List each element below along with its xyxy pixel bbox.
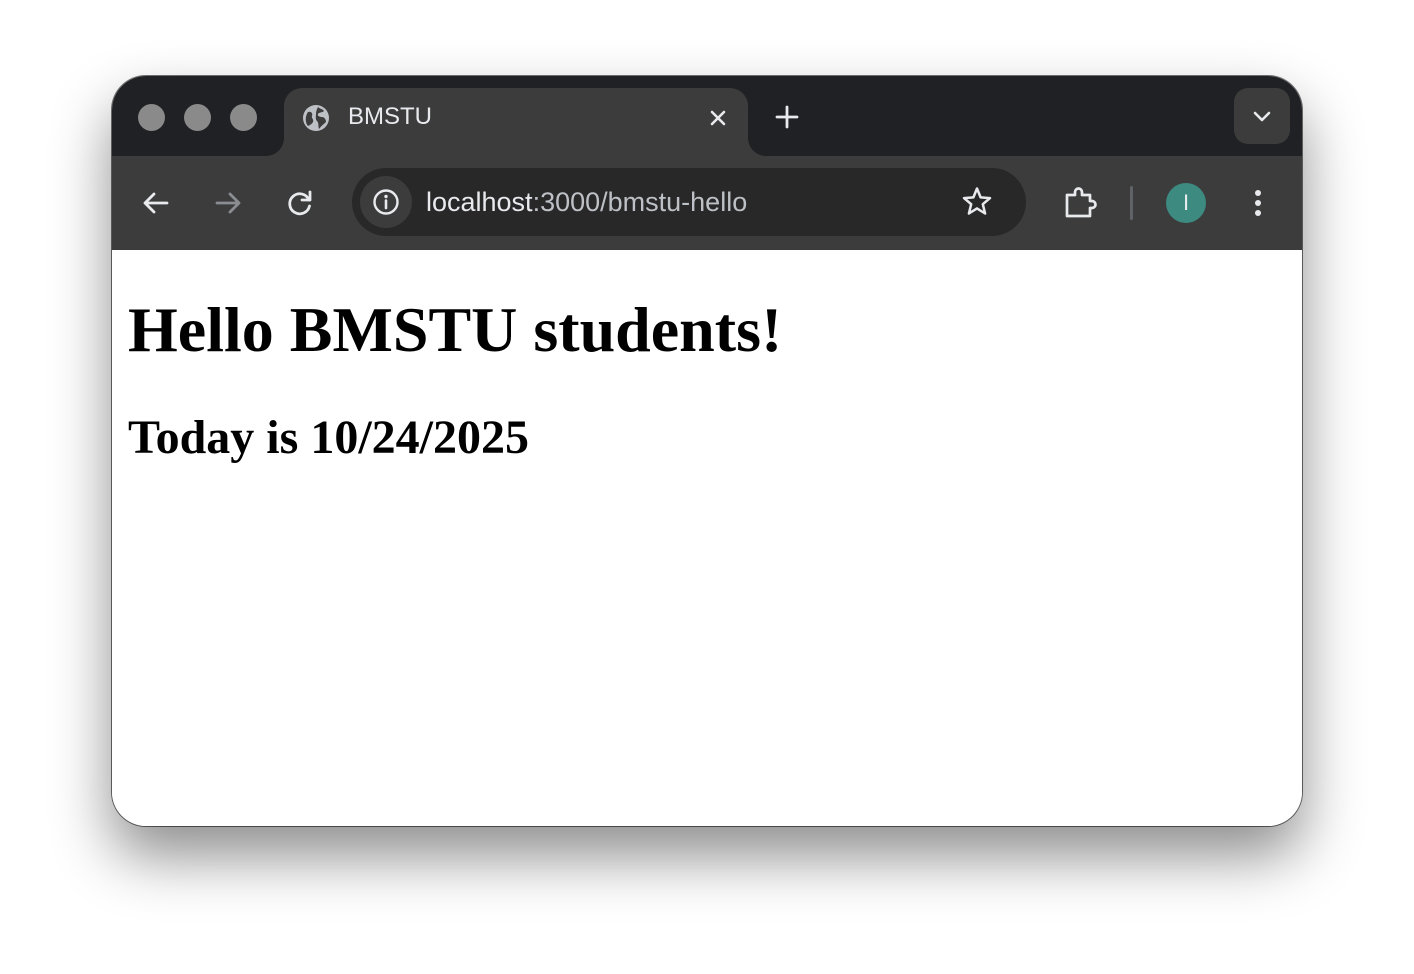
close-window-button[interactable] xyxy=(138,104,165,131)
extensions-button[interactable] xyxy=(1060,183,1100,223)
back-button[interactable] xyxy=(136,183,176,223)
tab-search-button[interactable] xyxy=(1234,88,1290,144)
toolbar: localhost:3000/bmstu-hello I xyxy=(112,156,1302,250)
address-bar[interactable]: localhost:3000/bmstu-hello xyxy=(352,168,1026,236)
info-icon xyxy=(373,189,399,215)
url-path: :3000/bmstu-hello xyxy=(532,187,748,217)
url-text[interactable]: localhost:3000/bmstu-hello xyxy=(426,187,747,217)
url-host: localhost xyxy=(426,187,533,217)
close-icon[interactable] xyxy=(704,104,732,132)
tab-bmstu[interactable]: BMSTU xyxy=(284,88,748,156)
tab-title: BMSTU xyxy=(348,103,432,130)
arrow-left-icon xyxy=(143,192,169,214)
kebab-menu-icon[interactable] xyxy=(1238,183,1278,223)
puzzle-icon xyxy=(1065,187,1097,218)
page-heading: Hello BMSTU students! xyxy=(128,294,783,365)
reload-button[interactable] xyxy=(280,183,320,223)
profile-avatar[interactable]: I xyxy=(1166,183,1206,223)
star-icon[interactable] xyxy=(960,185,994,219)
browser-window: BMSTU localhost:3000/bmstu-hello I Hello… xyxy=(112,76,1302,826)
globe-icon xyxy=(303,105,329,131)
chevron-down-icon xyxy=(1253,111,1271,122)
page-subheading: Today is 10/24/2025 xyxy=(128,411,529,464)
tab-strip: BMSTU xyxy=(112,76,1302,156)
forward-button[interactable] xyxy=(208,183,248,223)
page-content: Hello BMSTU students! Today is 10/24/202… xyxy=(112,250,1302,826)
reload-icon xyxy=(288,190,312,216)
arrow-right-icon xyxy=(215,192,241,214)
toolbar-divider xyxy=(1130,186,1133,220)
site-info-button[interactable] xyxy=(360,176,412,228)
maximize-window-button[interactable] xyxy=(230,104,257,131)
minimize-window-button[interactable] xyxy=(184,104,211,131)
new-tab-button[interactable] xyxy=(772,102,802,132)
